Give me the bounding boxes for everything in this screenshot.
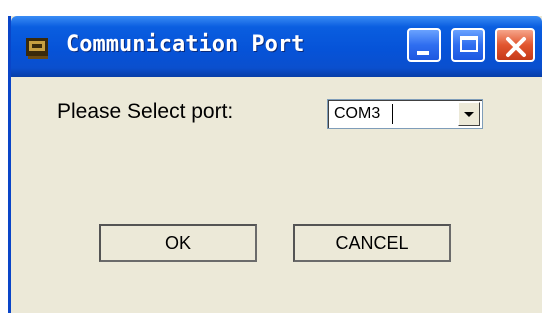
port-select-label: Please Select port: bbox=[57, 100, 234, 123]
minimize-icon bbox=[417, 51, 429, 55]
dropdown-button[interactable] bbox=[458, 102, 480, 126]
close-button[interactable] bbox=[495, 28, 535, 62]
dialog-window: Communication Port Please Select port: C… bbox=[8, 16, 542, 313]
text-caret bbox=[392, 104, 393, 124]
window-title: Communication Port bbox=[66, 32, 305, 57]
title-bar[interactable]: Communication Port bbox=[11, 16, 542, 77]
cancel-button[interactable]: CANCEL bbox=[293, 224, 451, 262]
close-icon bbox=[506, 37, 526, 57]
port-select[interactable]: COM3 bbox=[327, 99, 483, 129]
maximize-icon bbox=[460, 36, 478, 52]
maximize-button[interactable] bbox=[451, 28, 485, 62]
chevron-down-icon bbox=[464, 112, 474, 117]
app-icon bbox=[26, 38, 48, 59]
ok-button[interactable]: OK bbox=[99, 224, 257, 262]
port-select-value[interactable]: COM3 bbox=[334, 105, 380, 123]
minimize-button[interactable] bbox=[407, 28, 441, 62]
